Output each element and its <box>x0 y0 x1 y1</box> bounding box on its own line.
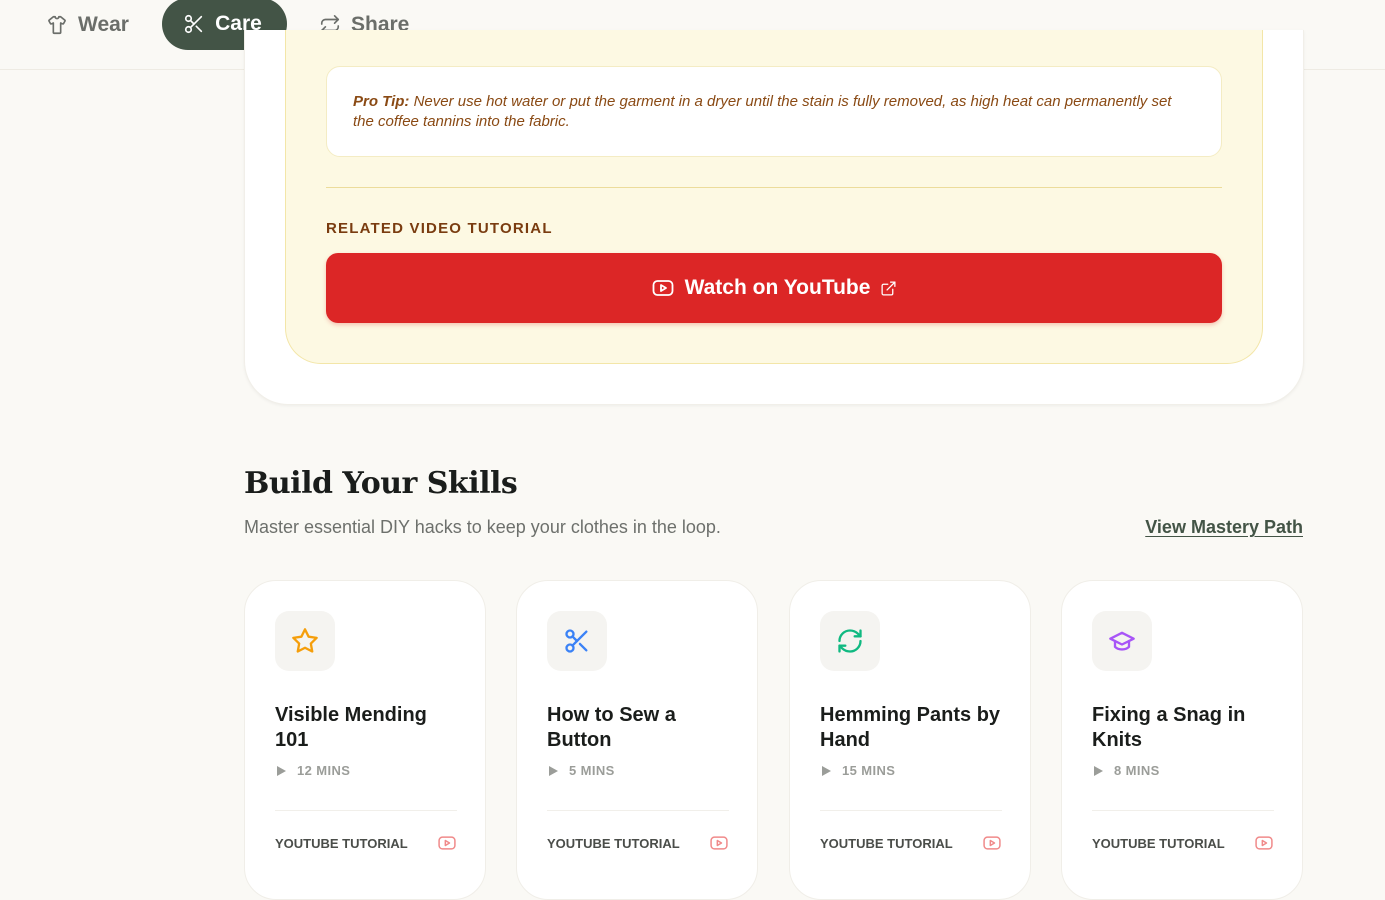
skill-title: Visible Mending 101 <box>275 704 427 751</box>
skill-footer: YOUTUBE TUTORIAL <box>547 833 729 853</box>
skill-card[interactable]: Hemming Pants by Hand 15 MINS YOUTUBE TU… <box>789 580 1031 900</box>
skill-footer-label: YOUTUBE TUTORIAL <box>1092 835 1225 851</box>
skill-duration-text: 12 MINS <box>297 763 351 778</box>
graduation-cap-icon <box>1109 631 1135 651</box>
pro-tip-label: Pro Tip: <box>353 93 410 110</box>
watch-on-youtube-button[interactable]: Watch on YouTube <box>326 253 1222 323</box>
youtube-icon <box>438 836 456 850</box>
play-icon <box>822 765 831 776</box>
play-icon <box>277 765 286 776</box>
skill-footer-label: YOUTUBE TUTORIAL <box>275 835 408 851</box>
pro-tip-box: Pro Tip: Never use hot water or put the … <box>326 66 1222 157</box>
divider <box>1092 810 1274 811</box>
divider <box>275 810 457 811</box>
skill-duration: 5 MINS <box>547 763 615 778</box>
play-icon <box>549 765 558 776</box>
skill-icon-box <box>820 611 880 671</box>
skill-icon-box <box>547 611 607 671</box>
skill-footer-label: YOUTUBE TUTORIAL <box>547 835 680 851</box>
divider <box>326 187 1222 188</box>
skill-icon-box <box>1092 611 1152 671</box>
watch-on-youtube-label: Watch on YouTube <box>684 276 871 299</box>
skill-footer-label: YOUTUBE TUTORIAL <box>820 835 953 851</box>
section-subtitle: Master essential DIY hacks to keep your … <box>244 517 721 537</box>
skill-footer: YOUTUBE TUTORIAL <box>275 833 457 853</box>
skill-duration-text: 15 MINS <box>842 763 896 778</box>
nav-tab-wear[interactable]: Wear <box>46 0 129 50</box>
youtube-icon <box>1255 836 1273 850</box>
skill-duration-text: 8 MINS <box>1114 763 1160 778</box>
skill-footer: YOUTUBE TUTORIAL <box>820 833 1002 853</box>
skill-card[interactable]: How to Sew a Button 5 MINS YOUTUBE TUTOR… <box>516 580 758 900</box>
nav-tab-wear-label: Wear <box>78 13 129 36</box>
scissors-icon <box>185 14 203 34</box>
skill-icon-box <box>275 611 335 671</box>
refresh-icon <box>838 629 862 653</box>
scissors-icon <box>565 629 588 653</box>
youtube-icon <box>983 836 1001 850</box>
skill-duration: 15 MINS <box>820 763 895 778</box>
skill-title: How to Sew a Button <box>547 704 676 751</box>
youtube-icon <box>652 280 673 296</box>
star-icon <box>292 628 318 653</box>
skill-card[interactable]: Visible Mending 101 12 MINS YOUTUBE TUTO… <box>244 580 486 900</box>
skill-card[interactable]: Fixing a Snag in Knits 8 MINS YOUTUBE TU… <box>1061 580 1303 900</box>
view-mastery-path-link[interactable]: View Mastery Path <box>1145 517 1303 538</box>
shirt-icon <box>48 15 66 35</box>
play-icon <box>1094 765 1103 776</box>
youtube-icon <box>710 836 728 850</box>
skill-footer: YOUTUBE TUTORIAL <box>1092 833 1274 853</box>
skill-duration: 8 MINS <box>1092 763 1160 778</box>
skill-title: Hemming Pants by Hand <box>820 704 1001 751</box>
skill-title: Fixing a Snag in Knits <box>1092 704 1246 751</box>
divider <box>820 810 1002 811</box>
skill-duration-text: 5 MINS <box>569 763 615 778</box>
external-link-icon <box>881 280 896 296</box>
skill-duration: 12 MINS <box>275 763 350 778</box>
related-video-heading: RELATED VIDEO TUTORIAL <box>326 220 553 237</box>
divider <box>547 810 729 811</box>
section-title: Build Your Skills <box>244 466 518 501</box>
pro-tip-text: Never use hot water or put the garment i… <box>353 93 1172 130</box>
